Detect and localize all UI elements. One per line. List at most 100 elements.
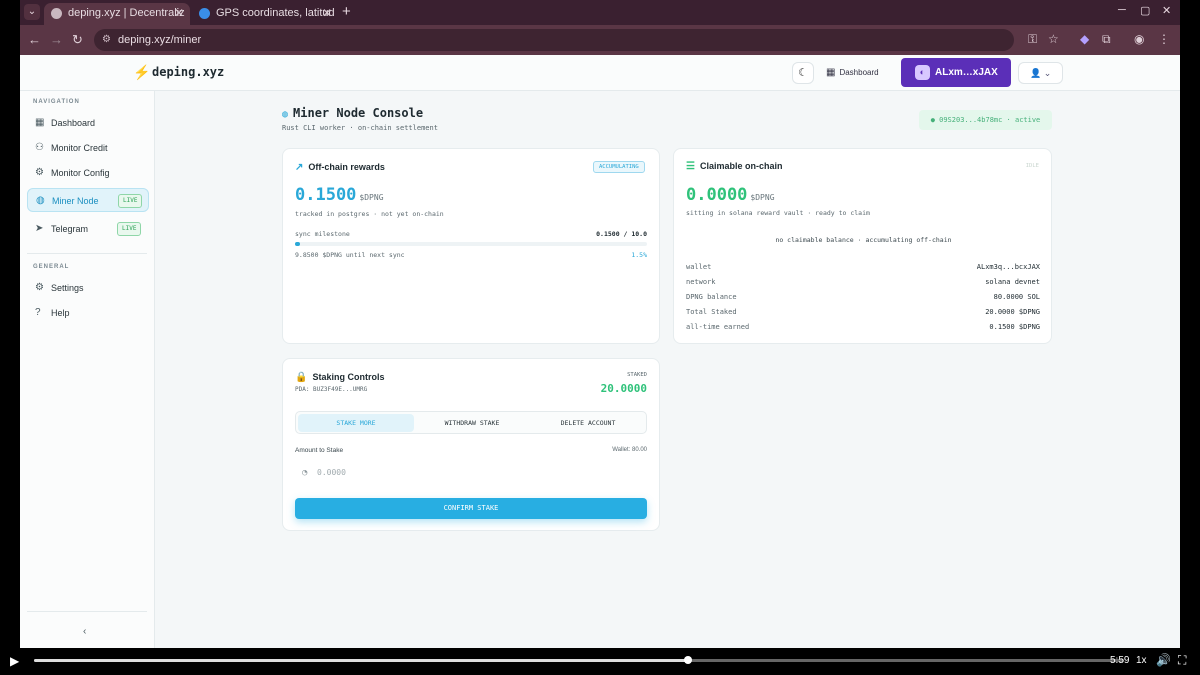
favicon-icon (51, 8, 62, 19)
tab-title: deping.xyz | Decentraliz (68, 7, 185, 19)
tab-delete-account[interactable]: DELETE ACCOUNT (530, 414, 646, 432)
milestone-progress-track (295, 242, 647, 246)
page-title-text: Miner Node Console (293, 106, 424, 120)
key-icon[interactable]: ⚿ (1028, 32, 1037, 47)
sidebar-item-telegram[interactable]: ➤ Telegram LIVE (27, 217, 149, 241)
video-time: 5:59 (1110, 655, 1130, 666)
row-value: solana devnet (985, 278, 1040, 286)
unit-label: $DPNG (750, 193, 775, 202)
logo[interactable]: deping.xyz (152, 65, 224, 79)
dashboard-label: Dashboard (839, 68, 879, 77)
tab-withdraw-stake[interactable]: WITHDRAW STAKE (414, 414, 530, 432)
staked-row: Total Staked 20.0000 $DPNG (686, 308, 1040, 316)
sidebar-item-label: Miner Node (52, 196, 99, 206)
url-input[interactable]: ⚙ deping.xyz/miner (94, 29, 1014, 51)
staked-value: 20.0000 (600, 382, 647, 395)
database-icon: ☰ (686, 161, 695, 172)
collapse-sidebar-icon[interactable]: ‹ (83, 626, 86, 637)
row-value: 80.0000 SOL (993, 293, 1040, 301)
forward-icon[interactable]: → (50, 32, 63, 47)
offchain-value: 0.1500 $DPNG (295, 185, 384, 205)
sidebar-item-label: Dashboard (51, 118, 96, 128)
seek-handle[interactable] (684, 656, 692, 664)
offchain-caption: tracked in postgres · not yet on-chain (295, 210, 444, 218)
video-controls: ▶ 5:59 1x 🔊 ⛶ (0, 648, 1200, 675)
browser-tab[interactable]: GPS coordinates, latitud ✕ (192, 3, 338, 25)
card-title: 🔒 Staking Controls (295, 372, 384, 383)
new-tab-icon[interactable]: + (342, 3, 351, 20)
confirm-stake-button[interactable]: CONFIRM STAKE (295, 498, 647, 519)
unit-label: $DPNG (359, 193, 384, 202)
row-key: DPNG balance (686, 293, 737, 301)
video-seek-bar[interactable] (34, 656, 1124, 664)
maximize-icon[interactable]: ▢ (1140, 4, 1150, 17)
staking-tabs: STAKE MORE WITHDRAW STAKE DELETE ACCOUNT (295, 411, 647, 434)
tab-close-icon[interactable]: ✕ (174, 3, 184, 23)
playback-speed-button[interactable]: 1x (1136, 655, 1147, 666)
menu-icon[interactable]: ⋮ (1158, 32, 1170, 46)
sidebar-item-label: Monitor Credit (51, 143, 108, 153)
sidebar-item-miner-node[interactable]: ◍ Miner Node LIVE (27, 188, 149, 212)
grid-icon: ▦ (826, 67, 836, 78)
pda-address: PDA: BUZ3F49E...UMRG (295, 386, 368, 393)
wallet-button[interactable]: ◐ ALxm…xJAX (901, 58, 1011, 87)
offchain-amount: 0.1500 (295, 185, 357, 205)
row-key: all-time earned (686, 323, 750, 331)
balance-row: DPNG balance 80.0000 SOL (686, 293, 1040, 301)
wallet-label: ALxm…xJAX (935, 67, 998, 78)
sidebar-item-monitor-credit[interactable]: ⚇ Monitor Credit (27, 136, 149, 160)
sidebar-item-dashboard[interactable]: ▦ Dashboard (27, 111, 149, 135)
bookmark-star-icon[interactable]: ☆ (1048, 32, 1059, 46)
idle-badge: IDLE (1025, 163, 1039, 169)
sidebar-item-settings[interactable]: ⚙ Settings (27, 276, 149, 300)
accumulating-badge: ACCUMULATING (593, 161, 645, 173)
card-title: ☰ Claimable on-chain (686, 161, 783, 172)
sidebar-item-monitor-config[interactable]: ⚙ Monitor Config (27, 161, 149, 185)
minimize-icon[interactable]: ─ (1118, 4, 1126, 16)
theme-toggle-button[interactable]: ☾ (792, 62, 814, 84)
tab-search-icon[interactable]: ⌄ (24, 4, 40, 20)
user-menu-button[interactable]: 👤 ⌄ (1018, 62, 1063, 84)
tab-close-icon[interactable]: ✕ (322, 3, 332, 23)
status-badge: ● 09S203...4b78mc · active (919, 110, 1052, 130)
gear-icon: ⚙ (35, 282, 44, 293)
wallet-row: wallet ALxm3q...bcxJAX (686, 263, 1040, 271)
bolt-icon: ⚡ (133, 64, 151, 80)
card-title-text: Off-chain rewards (308, 162, 385, 172)
sidebar-item-label: Telegram (51, 224, 89, 234)
sidebar-item-label: Monitor Config (51, 168, 110, 178)
gear-icon: ⚙ (35, 167, 44, 178)
play-icon[interactable]: ▶ (10, 654, 19, 668)
divider (27, 611, 147, 612)
sidebar: NAVIGATION ▦ Dashboard ⚇ Monitor Credit ⚙ M… (20, 91, 155, 648)
milestone-value: 0.1500 / 10.0 (596, 230, 647, 238)
sidebar-item-help[interactable]: ? Help (27, 301, 149, 325)
trending-up-icon: ↗ (295, 162, 304, 173)
volume-icon[interactable]: 🔊 (1156, 653, 1171, 667)
milestone-label: sync milestone (295, 230, 350, 238)
page-subtitle: Rust CLI worker · on-chain settlement (282, 124, 438, 132)
extension-icon[interactable]: ◆ (1080, 32, 1089, 46)
claimable-card: ☰ Claimable on-chain IDLE 0.0000 $DPNG sit… (673, 148, 1052, 344)
user-icon: ⚇ (35, 142, 44, 153)
back-icon[interactable]: ← (28, 32, 41, 47)
close-window-icon[interactable]: ✕ (1162, 4, 1171, 17)
row-key: Total Staked (686, 308, 737, 316)
row-value: 20.0000 $DPNG (985, 308, 1040, 316)
dashboard-button[interactable]: ▦ Dashboard (826, 62, 879, 84)
empty-note: no claimable balance · accumulating off-… (775, 236, 952, 244)
browser-chrome: ⌄ deping.xyz | Decentraliz ✕ GPS coordin… (20, 0, 1180, 55)
tab-stake-more[interactable]: STAKE MORE (298, 414, 414, 432)
coin-icon: ◔ (302, 468, 308, 478)
fullscreen-icon[interactable]: ⛶ (1178, 653, 1186, 668)
extensions-puzzle-icon[interactable]: ⧉ (1102, 32, 1111, 47)
site-info-icon[interactable]: ⚙ (102, 29, 111, 51)
earned-row: all-time earned 0.1500 $DPNG (686, 323, 1040, 331)
page-title: ◍ Miner Node Console (282, 106, 423, 120)
amount-input[interactable]: ◔ 0.0000 (295, 463, 647, 483)
browser-tab-active[interactable]: deping.xyz | Decentraliz ✕ (44, 3, 190, 25)
remaining-text: 9.8500 $DPNG until next sync (295, 251, 405, 259)
profile-icon[interactable]: ◉ (1134, 32, 1144, 46)
favicon-icon (199, 8, 210, 19)
reload-icon[interactable]: ↻ (72, 32, 83, 48)
